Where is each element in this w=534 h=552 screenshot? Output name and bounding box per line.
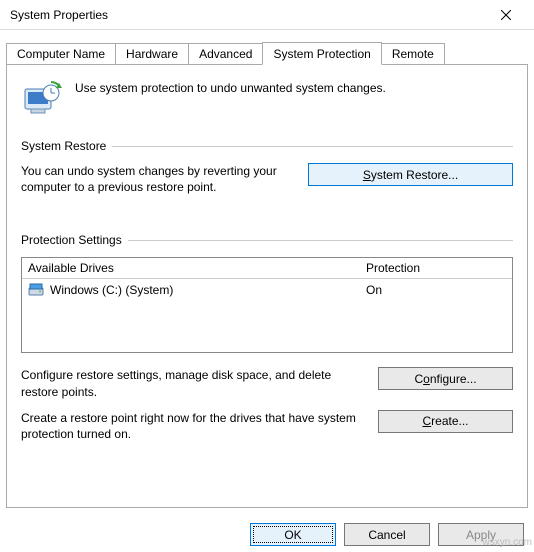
protection-settings-group: Protection Settings Available Drives Pro… bbox=[21, 233, 513, 442]
configure-button[interactable]: Configure... bbox=[378, 367, 513, 390]
drive-protection-status: On bbox=[366, 283, 506, 297]
tab-strip: Computer Name Hardware Advanced System P… bbox=[0, 30, 534, 64]
system-protection-icon bbox=[21, 79, 63, 121]
configure-description: Configure restore settings, manage disk … bbox=[21, 367, 360, 399]
header-row: Use system protection to undo unwanted s… bbox=[21, 79, 513, 121]
system-restore-legend: System Restore bbox=[21, 139, 106, 153]
ok-button[interactable]: OK bbox=[250, 523, 336, 546]
cancel-button[interactable]: Cancel bbox=[344, 523, 430, 546]
system-restore-group: System Restore You can undo system chang… bbox=[21, 139, 513, 195]
tab-advanced[interactable]: Advanced bbox=[188, 43, 263, 64]
drive-name: Windows (C:) (System) bbox=[50, 283, 173, 297]
tab-hardware[interactable]: Hardware bbox=[115, 43, 189, 64]
tab-page-system-protection: Use system protection to undo unwanted s… bbox=[6, 64, 528, 508]
close-icon bbox=[501, 10, 511, 20]
col-protection: Protection bbox=[366, 261, 506, 275]
tab-remote[interactable]: Remote bbox=[381, 43, 445, 64]
titlebar: System Properties bbox=[0, 0, 534, 30]
window-title: System Properties bbox=[10, 8, 108, 22]
close-button[interactable] bbox=[486, 1, 526, 29]
protection-settings-legend: Protection Settings bbox=[21, 233, 122, 247]
drive-list[interactable]: Available Drives Protection Windows (C:)… bbox=[21, 257, 513, 353]
drive-row[interactable]: Windows (C:) (System) On bbox=[22, 279, 512, 301]
tab-system-protection[interactable]: System Protection bbox=[262, 42, 381, 65]
system-restore-description: You can undo system changes by reverting… bbox=[21, 163, 290, 195]
tab-computer-name[interactable]: Computer Name bbox=[6, 43, 116, 64]
watermark: wsxyn.com bbox=[483, 537, 532, 548]
system-restore-button[interactable]: System Restore... bbox=[308, 163, 513, 186]
drive-icon bbox=[28, 282, 44, 298]
divider bbox=[112, 146, 513, 147]
drive-list-header: Available Drives Protection bbox=[22, 258, 512, 279]
create-button[interactable]: Create... bbox=[378, 410, 513, 433]
header-description: Use system protection to undo unwanted s… bbox=[75, 79, 386, 95]
create-description: Create a restore point right now for the… bbox=[21, 410, 360, 442]
col-available-drives: Available Drives bbox=[28, 261, 366, 275]
divider bbox=[128, 240, 513, 241]
